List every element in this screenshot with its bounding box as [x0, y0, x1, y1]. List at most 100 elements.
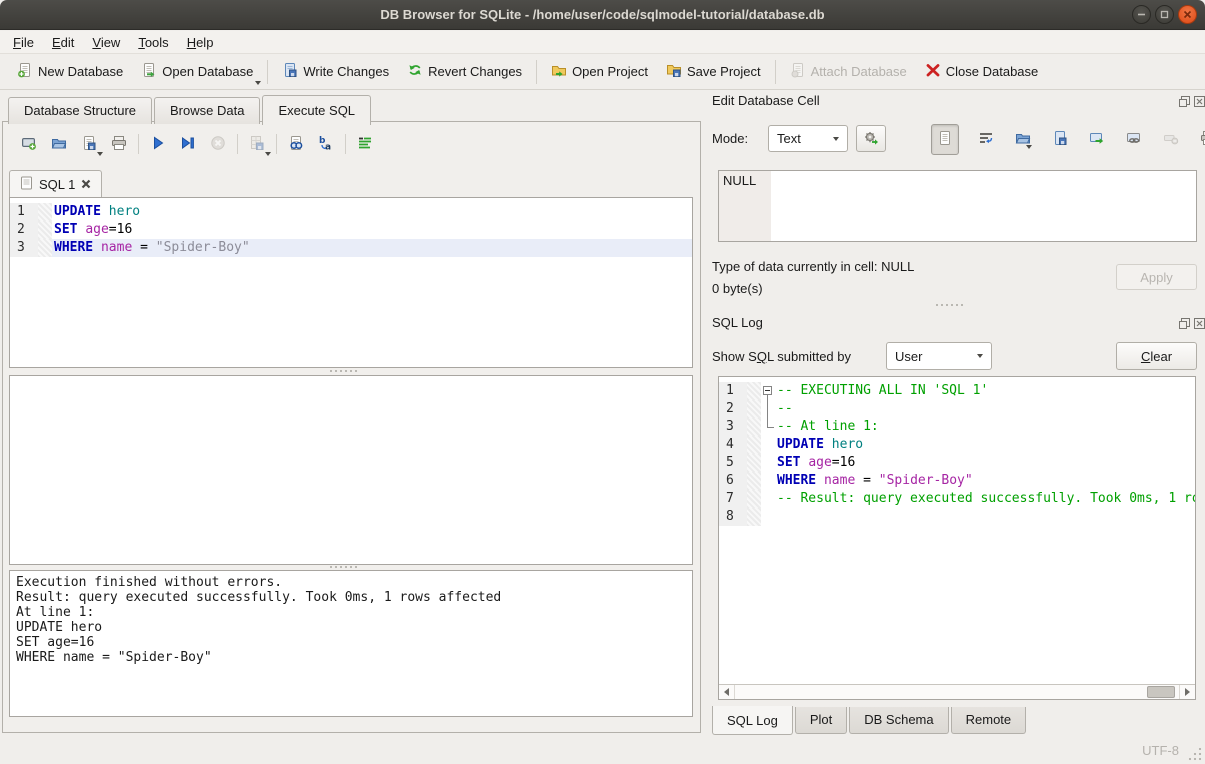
print-icon: [1200, 130, 1205, 149]
execute-all-button[interactable]: [143, 131, 173, 158]
fold-margin: [747, 382, 761, 400]
apply-button[interactable]: Apply: [1116, 264, 1197, 290]
link-window-button[interactable]: [1124, 128, 1144, 151]
app-window: DB Browser for SQLite - /home/user/code/…: [0, 0, 1205, 764]
close-database-button[interactable]: Close Database: [916, 56, 1048, 87]
log-filter-select[interactable]: User: [886, 342, 992, 370]
line-number: 1: [10, 203, 38, 221]
sql-document-tab[interactable]: SQL 1: [9, 170, 102, 198]
dock-tab-sql-log[interactable]: SQL Log: [712, 706, 793, 735]
log-line-7: 7-- Result: query executed successfully.…: [719, 490, 1195, 508]
line-number: 2: [10, 221, 38, 239]
dock-tab-db-schema[interactable]: DB Schema: [849, 707, 948, 734]
attach-database-button[interactable]: Attach Database: [781, 56, 916, 87]
log-line-1: 1-- EXECUTING ALL IN 'SQL 1': [719, 382, 1195, 400]
fold-margin: [747, 436, 761, 454]
tab-close-icon[interactable]: [81, 177, 91, 192]
menu-edit[interactable]: Edit: [43, 32, 83, 53]
find-button[interactable]: [281, 131, 311, 158]
titlebar: DB Browser for SQLite - /home/user/code/…: [0, 0, 1205, 30]
results-grid[interactable]: [9, 375, 693, 565]
fold-margin: [747, 454, 761, 472]
new-database-button[interactable]: New Database: [8, 56, 132, 87]
text-mode-button[interactable]: [931, 124, 959, 155]
word-wrap-button[interactable]: [976, 128, 996, 151]
dock-close-icon[interactable]: [1193, 317, 1205, 329]
menu-arrow-icon: [1026, 145, 1032, 149]
fold-marker-icon[interactable]: [761, 382, 775, 400]
dock-tab-plot[interactable]: Plot: [795, 707, 847, 734]
scrollbar-thumb[interactable]: [1147, 686, 1175, 698]
write-changes-button[interactable]: Write Changes: [273, 56, 398, 87]
menu-view[interactable]: View: [83, 32, 129, 53]
auto-apply-button[interactable]: [856, 125, 886, 152]
dock-float-icon[interactable]: [1178, 317, 1190, 329]
log-line-8: 8: [719, 508, 1195, 526]
save-sql-button[interactable]: [74, 131, 104, 158]
execute-line-button[interactable]: [173, 131, 203, 158]
save-file-button[interactable]: [1050, 128, 1070, 151]
message-line: Execution finished without errors.: [16, 575, 686, 590]
minimize-button[interactable]: [1132, 5, 1151, 24]
main-tab-bar: Database StructureBrowse DataExecute SQL: [8, 94, 373, 124]
sql-tab-label: SQL 1: [39, 177, 75, 192]
execution-message-box: Execution finished without errors.Result…: [9, 570, 693, 717]
sql-editor[interactable]: 1UPDATE hero2SET age=163WHERE name = "Sp…: [9, 197, 693, 368]
tab-database-structure[interactable]: Database Structure: [8, 97, 152, 124]
dock-tab-remote[interactable]: Remote: [951, 707, 1027, 734]
chevron-down-icon: [833, 137, 839, 141]
execute-all-icon: [150, 135, 166, 154]
scroll-right-icon[interactable]: [1179, 685, 1195, 699]
scroll-left-icon[interactable]: [719, 685, 735, 699]
open-project-button[interactable]: Open Project: [542, 56, 657, 87]
menu-arrow-icon: [265, 152, 271, 156]
menu-help[interactable]: Help: [178, 32, 223, 53]
print-button[interactable]: [1198, 128, 1205, 151]
save-project-button[interactable]: Save Project: [657, 56, 770, 87]
log-line-4: 4UPDATE hero: [719, 436, 1195, 454]
menu-tools[interactable]: Tools: [129, 32, 177, 53]
dock-close-icon[interactable]: [1193, 95, 1205, 107]
revert-changes-button[interactable]: Revert Changes: [398, 56, 531, 87]
save-results-icon: [249, 135, 265, 154]
print-button[interactable]: [104, 131, 134, 158]
tab-execute-sql[interactable]: Execute SQL: [262, 95, 371, 125]
dock-float-icon[interactable]: [1178, 95, 1190, 107]
cell-value-editor[interactable]: NULL: [718, 170, 1197, 242]
log-line-6: 6WHERE name = "Spider-Boy": [719, 472, 1195, 490]
export-window-icon: [1089, 130, 1105, 149]
sql-file-icon: [20, 176, 33, 193]
text-mode-icon: [937, 130, 953, 149]
log-horizontal-scrollbar[interactable]: [719, 684, 1195, 699]
stop-button[interactable]: [203, 131, 233, 158]
minimize-icon: [1136, 9, 1147, 20]
link-window-icon: [1126, 130, 1142, 149]
export-window-button[interactable]: [1087, 128, 1107, 151]
open-database-button[interactable]: Open Database: [132, 56, 262, 87]
cell-size-info: 0 byte(s): [712, 281, 763, 296]
splitter-results-messages[interactable]: [330, 566, 357, 568]
message-line: WHERE name = "Spider-Boy": [16, 650, 686, 665]
line-number: 3: [719, 418, 747, 436]
cell-value: NULL: [719, 171, 771, 241]
mode-select[interactable]: Text: [768, 125, 848, 152]
clear-log-button[interactable]: Clear: [1116, 342, 1197, 370]
new-tab-button[interactable]: [14, 131, 44, 158]
replace-button[interactable]: ba: [311, 131, 341, 158]
resize-grip[interactable]: [1188, 747, 1202, 761]
write-changes-icon: [282, 62, 298, 81]
splitter-editor-results[interactable]: [330, 370, 357, 372]
encoding-indicator[interactable]: UTF-8: [1142, 743, 1179, 758]
format-button[interactable]: [350, 131, 380, 158]
open-file-button[interactable]: [1013, 128, 1033, 151]
sql-log-view[interactable]: 1-- EXECUTING ALL IN 'SQL 1'2--3-- At li…: [718, 376, 1196, 700]
set-null-button[interactable]: [1161, 128, 1181, 151]
fold-margin: [747, 508, 761, 526]
menu-file[interactable]: File: [4, 32, 43, 53]
open-sql-button[interactable]: [44, 131, 74, 158]
save-results-button[interactable]: [242, 131, 272, 158]
maximize-button[interactable]: [1155, 5, 1174, 24]
close-button[interactable]: [1178, 5, 1197, 24]
tab-browse-data[interactable]: Browse Data: [154, 97, 260, 124]
splitter-cell-log[interactable]: [936, 304, 963, 306]
